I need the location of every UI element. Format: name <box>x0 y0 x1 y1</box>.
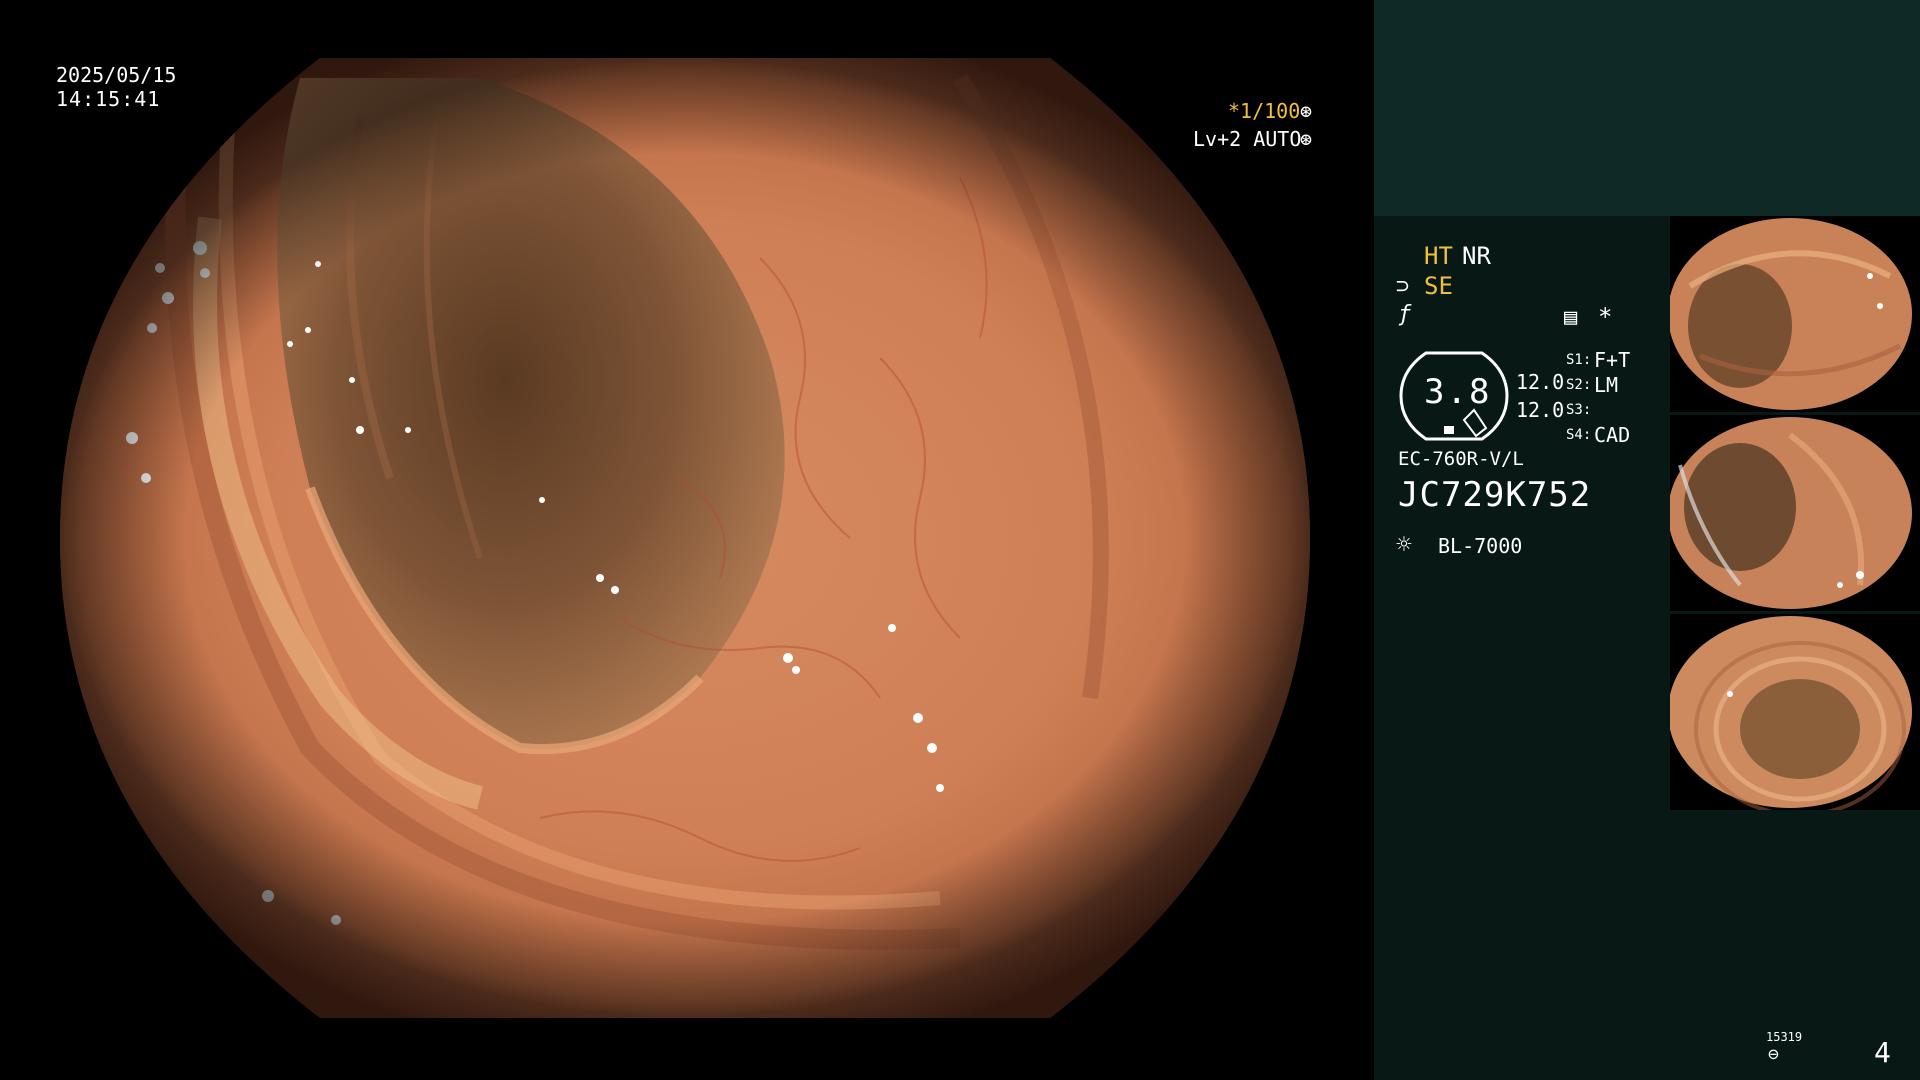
thumbnail-3[interactable] <box>1670 614 1920 810</box>
info-panel: HT NR ⊃ SE ƒ ▤ * 3.8 12.0 12.0 S1: F+T S… <box>1374 0 1920 1080</box>
filter-icon: ƒ <box>1398 302 1412 327</box>
storage-icon: ⊖ <box>1768 1044 1779 1065</box>
shutter-speed: *1/100 <box>1228 99 1301 123</box>
time-text: 14:15:41 <box>56 87 161 111</box>
nr-label: NR <box>1462 242 1491 270</box>
brightness-level: Lv+2 AUTO <box>1193 127 1302 151</box>
aperture-icon: ⊛ <box>1300 99 1313 123</box>
endoscope-image <box>60 58 1310 1018</box>
endoscopy-monitor: 2025/05/15 14:15:41 *1/100 ⊛ Lv+2 AUTO ⊛… <box>0 0 1920 1080</box>
scope-serial: JC729K752 <box>1398 475 1592 515</box>
se-label: SE <box>1424 272 1453 300</box>
thumbnail-1[interactable] <box>1670 216 1920 412</box>
switch-2-value: LM <box>1594 373 1619 397</box>
iris-icon: ⊛ <box>1300 127 1313 151</box>
structure-enhance-icon: ⊃ <box>1396 274 1410 299</box>
date-text: 2025/05/15 <box>56 63 177 87</box>
setting-value-1: 12.0 <box>1516 370 1565 394</box>
zoom-value: 3.8 <box>1424 372 1492 412</box>
light-source-model: BL-7000 <box>1438 534 1523 558</box>
switch-1-value: F+T <box>1594 348 1631 372</box>
switch-4-key: S4: <box>1566 427 1592 443</box>
record-icon: ▤ <box>1564 305 1578 330</box>
image-counter: 15319 <box>1766 1030 1803 1044</box>
switch-3-key: S3: <box>1566 402 1592 418</box>
scope-model: EC-760R-V/L <box>1398 448 1524 470</box>
switch-1-key: S1: <box>1566 352 1592 368</box>
page-number: 4 <box>1874 1036 1891 1069</box>
switch-2-key: S2: <box>1566 377 1592 393</box>
thumbnail-2[interactable] <box>1670 415 1920 611</box>
ht-label: HT <box>1424 242 1453 270</box>
switch-4-value: CAD <box>1594 423 1631 447</box>
star-icon: * <box>1598 303 1613 331</box>
light-source-icon: ☼ <box>1396 530 1412 560</box>
info-panel-header <box>1374 0 1920 216</box>
setting-value-2: 12.0 <box>1516 398 1565 422</box>
